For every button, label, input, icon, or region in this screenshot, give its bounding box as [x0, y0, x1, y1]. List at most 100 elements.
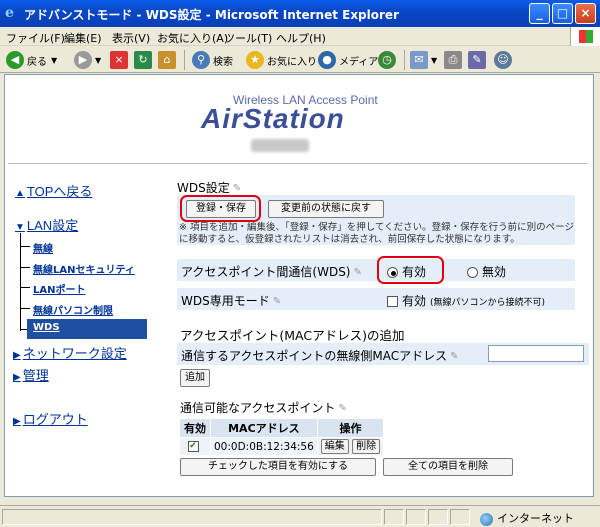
nav-lan-label: LAN設定 — [26, 218, 79, 233]
help-pencil-icon[interactable]: ✎ — [233, 183, 247, 195]
tree-tick — [20, 267, 30, 268]
back-button[interactable]: ◀ 戻る ▼ — [6, 50, 57, 70]
search-button[interactable]: ⚲ 検索 — [192, 50, 233, 70]
history-button[interactable]: ◷ — [378, 50, 399, 70]
mac-label: 通信するアクセスポイントの無線側MACアドレス — [181, 349, 448, 363]
chevron-down-icon[interactable]: ▼ — [51, 56, 57, 65]
row-enabled-cell: ✔ — [179, 437, 211, 456]
dedicated-label-wrap: WDS専用モード ✎ — [181, 292, 287, 309]
nav-lan-port[interactable]: LANポート — [33, 281, 85, 296]
list-heading-wrap: 通信可能なアクセスポイント ✎ — [180, 399, 352, 416]
dedicated-checkbox[interactable]: 有効 (無線パソコンから接続不可) — [387, 292, 545, 309]
zone-indicator: インターネット — [480, 510, 574, 526]
menu-view[interactable]: 表示(V) — [112, 30, 150, 46]
nav-wireless-pc-restriction[interactable]: 無線パソコン制限 — [33, 302, 113, 317]
maximize-icon[interactable]: □ — [552, 3, 573, 24]
nav-wds[interactable]: WDS — [27, 319, 147, 339]
forward-button[interactable]: ▶ ▼ — [74, 50, 101, 70]
tree-tick — [20, 287, 30, 288]
edit-button[interactable]: 編集 — [320, 439, 349, 454]
refresh-button[interactable]: ↻ — [134, 50, 155, 70]
star-icon: ★ — [246, 51, 264, 69]
close-icon[interactable]: × — [575, 3, 596, 24]
menu-tools[interactable]: ツール(T) — [224, 30, 272, 46]
mail-icon: ✉ — [410, 51, 428, 69]
col-mac: MACアドレス — [210, 418, 318, 438]
nav-top[interactable]: ▲ TOPへ戻る — [15, 181, 92, 200]
nav-network-label: ネットワーク設定 — [22, 346, 127, 361]
delete-all-button[interactable]: 全ての項目を削除 — [383, 458, 513, 476]
menu-help[interactable]: ヘルプ(H) — [276, 30, 326, 46]
home-button[interactable]: ⌂ — [158, 50, 179, 70]
chevron-down-icon[interactable]: ▼ — [431, 56, 437, 65]
nav-lan[interactable]: ▼ LAN設定 — [15, 215, 78, 234]
help-pencil-icon[interactable]: ✎ — [354, 267, 368, 279]
mail-button[interactable]: ✉ ▼ — [410, 50, 437, 70]
chevron-down-icon[interactable]: ▼ — [95, 56, 101, 65]
menu-bar: ファイル(F) 編集(E) 表示(V) お気に入り(A) ツール(T) ヘルプ(… — [0, 27, 600, 46]
radio-icon[interactable] — [467, 267, 478, 278]
nav-wireless-security[interactable]: 無線LANセキュリティ — [33, 261, 135, 276]
media-button[interactable]: ● メディア — [318, 50, 378, 70]
nav-wireless[interactable]: 無線 — [33, 240, 53, 255]
enable-checked-button[interactable]: チェックした項目を有効にする — [180, 458, 376, 476]
col-enabled: 有効 — [179, 418, 211, 438]
row-mac: 00:0D:0B:12:34:56 — [210, 437, 318, 456]
ap-comm-disabled-radio[interactable]: 無効 — [467, 263, 506, 280]
favorites-button[interactable]: ★ お気に入り — [246, 50, 317, 70]
delete-button[interactable]: 削除 — [352, 439, 381, 454]
add-button[interactable]: 追加 — [180, 369, 210, 387]
help-pencil-icon[interactable]: ✎ — [338, 403, 352, 415]
status-segment — [406, 509, 426, 525]
status-segment — [428, 509, 448, 525]
help-pencil-icon[interactable]: ✎ — [450, 351, 464, 363]
ap-table: 有効 MACアドレス 操作 ✔ 00:0D:0B:12:34:56 編集 削除 — [179, 418, 385, 456]
triangle-icon: ▲ — [15, 188, 25, 199]
revert-button[interactable]: 変更前の状態に戻す — [268, 200, 384, 218]
header-divider — [8, 163, 588, 164]
nav-logout[interactable]: ▶ ログアウト — [13, 409, 88, 428]
row-actions: 編集 削除 — [316, 437, 385, 456]
nav-top-label: TOPへ戻る — [26, 184, 93, 199]
status-segment — [384, 509, 404, 525]
nav-network[interactable]: ▶ ネットワーク設定 — [13, 343, 127, 362]
wds-heading: WDS設定 ✎ — [177, 179, 247, 196]
menu-favorites[interactable]: お気に入り(A) — [157, 30, 228, 46]
edit-button[interactable]: ✎ — [468, 50, 489, 70]
dedicated-label: WDS専用モード — [181, 294, 270, 308]
status-bar: インターネット — [0, 505, 600, 527]
print-button[interactable]: ⎙ — [444, 50, 465, 70]
messenger-button[interactable]: ☺ — [494, 50, 515, 70]
dedicated-note: (無線パソコンから接続不可) — [430, 298, 546, 308]
checkbox-icon[interactable]: ✔ — [187, 441, 199, 452]
menu-file[interactable]: ファイル(F) — [6, 30, 65, 46]
triangle-right-icon: ▶ — [13, 416, 21, 427]
ie-icon: e — [5, 5, 14, 21]
mac-address-input[interactable] — [488, 345, 584, 362]
media-icon: ● — [318, 51, 336, 69]
triangle-right-icon: ▶ — [13, 372, 21, 383]
favorites-label: お気に入り — [267, 56, 317, 68]
disabled-label: 無効 — [482, 265, 507, 279]
model-name — [251, 139, 309, 152]
history-icon: ◷ — [378, 51, 396, 69]
nav-admin-label: 管理 — [22, 368, 49, 383]
airstation-logo: AirStation — [201, 103, 345, 134]
wds-heading-label: WDS設定 — [177, 181, 230, 195]
status-text-segment — [2, 509, 382, 525]
checkbox-icon[interactable] — [387, 296, 398, 307]
dedicated-enabled-label: 有効 — [402, 294, 427, 308]
tree-tick — [20, 246, 30, 247]
edit-page-icon: ✎ — [468, 51, 486, 69]
page-header: Wireless LAN Access Point AirStation — [5, 75, 593, 160]
table-row: ✔ 00:0D:0B:12:34:56 編集 削除 — [179, 437, 385, 456]
help-pencil-icon[interactable]: ✎ — [273, 296, 287, 308]
triangle-right-icon: ▶ — [13, 350, 21, 361]
stop-button[interactable]: × — [110, 50, 131, 70]
highlight-ring — [180, 195, 261, 222]
minimize-icon[interactable]: _ — [529, 3, 550, 24]
menu-edit[interactable]: 編集(E) — [64, 30, 102, 46]
nav-admin[interactable]: ▶ 管理 — [13, 365, 49, 384]
list-heading: 通信可能なアクセスポイント — [180, 401, 336, 415]
search-label: 検索 — [213, 56, 233, 68]
